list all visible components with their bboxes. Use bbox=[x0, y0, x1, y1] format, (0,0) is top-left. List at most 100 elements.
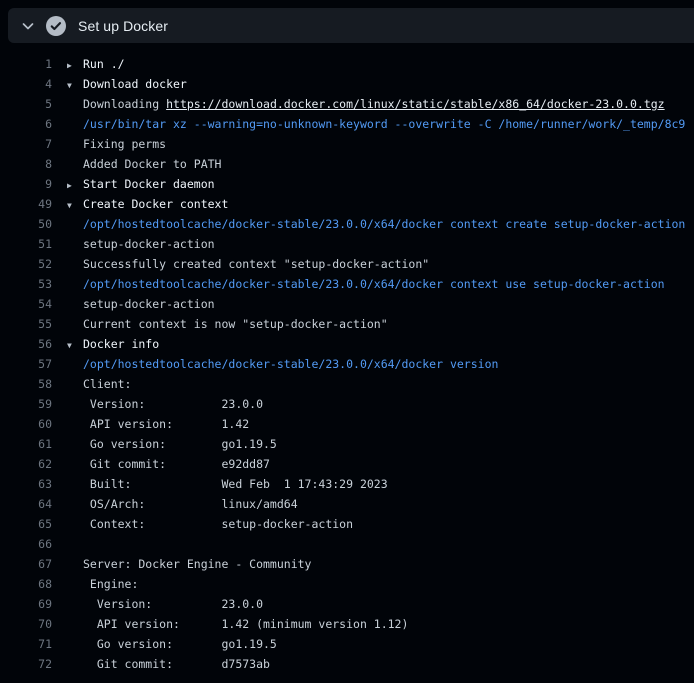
line-number[interactable]: 1 bbox=[0, 54, 52, 74]
line-number[interactable]: 7 bbox=[0, 134, 52, 154]
log-text: API version: 1.42 bbox=[83, 417, 249, 431]
log-line: 53/opt/hostedtoolcache/docker-stable/23.… bbox=[0, 274, 694, 294]
log-url-link[interactable]: https://download.docker.com/linux/static… bbox=[166, 97, 665, 111]
log-text: Downloading bbox=[83, 97, 166, 111]
log-text: Version: 23.0.0 bbox=[83, 597, 263, 611]
log-line: 6/usr/bin/tar xz --warning=no-unknown-ke… bbox=[0, 114, 694, 134]
line-number[interactable]: 58 bbox=[0, 374, 52, 394]
line-number[interactable]: 71 bbox=[0, 634, 52, 654]
log-line: 55 Current context is now "setup-docker-a… bbox=[0, 314, 694, 334]
log-line: 49 ▼Create Docker context bbox=[0, 194, 694, 214]
step-header[interactable]: Set up Docker bbox=[8, 8, 694, 43]
log-line: 51setup-docker-action bbox=[0, 234, 694, 254]
line-number[interactable]: 65 bbox=[0, 514, 52, 534]
group-title[interactable]: Run ./ bbox=[83, 57, 125, 71]
line-number[interactable]: 53 bbox=[0, 274, 52, 294]
line-number[interactable]: 62 bbox=[0, 454, 52, 474]
log-line: 5 Downloading https://download.docker.com… bbox=[0, 94, 694, 114]
log-text: Git commit: e92dd87 bbox=[83, 457, 270, 471]
line-number[interactable]: 51 bbox=[0, 234, 52, 254]
log-text: OS/Arch: linux/amd64 bbox=[83, 497, 298, 511]
group-collapsed-icon[interactable]: ▶ bbox=[67, 56, 83, 76]
log-text: Engine: bbox=[83, 577, 138, 591]
line-number[interactable]: 52 bbox=[0, 254, 52, 274]
group-title[interactable]: Download docker bbox=[83, 77, 187, 91]
step-title: Set up Docker bbox=[78, 18, 168, 34]
log-line: 54 setup-docker-action bbox=[0, 294, 694, 314]
line-number[interactable]: 8 bbox=[0, 154, 52, 174]
log-line: 66 bbox=[0, 534, 694, 554]
line-number[interactable]: 55 bbox=[0, 314, 52, 334]
line-number[interactable]: 68 bbox=[0, 574, 52, 594]
log-text: /opt/hostedtoolcache/docker-stable/23.0.… bbox=[83, 357, 498, 371]
log-text: /opt/hostedtoolcache/docker-stable/23.0.… bbox=[83, 217, 685, 231]
check-circle-icon bbox=[46, 16, 66, 36]
log-text: Go version: go1.19.5 bbox=[83, 437, 277, 451]
line-number[interactable]: 63 bbox=[0, 474, 52, 494]
log-line: 8 Added Docker to PATH bbox=[0, 154, 694, 174]
line-number[interactable]: 60 bbox=[0, 414, 52, 434]
collapse-step-button[interactable] bbox=[14, 12, 42, 40]
line-number[interactable]: 56 bbox=[0, 334, 52, 354]
log-text: Added Docker to PATH bbox=[83, 157, 221, 171]
group-title[interactable]: Docker info bbox=[83, 337, 159, 351]
group-expanded-icon[interactable]: ▼ bbox=[67, 336, 83, 356]
log-text: Go version: go1.19.5 bbox=[83, 637, 277, 651]
line-number[interactable]: 72 bbox=[0, 654, 52, 674]
log-text: API version: 1.42 (minimum version 1.12) bbox=[83, 617, 408, 631]
group-collapsed-icon[interactable]: ▶ bbox=[67, 176, 83, 196]
log-line: 61 Go version: go1.19.5 bbox=[0, 434, 694, 454]
log-line: 67 Server: Docker Engine - Community bbox=[0, 554, 694, 574]
log-line: 59 Version: 23.0.0 bbox=[0, 394, 694, 414]
line-number[interactable]: 49 bbox=[0, 194, 52, 214]
line-number[interactable]: 5 bbox=[0, 94, 52, 114]
log-text: Current context is now "setup-docker-act… bbox=[83, 317, 388, 331]
line-number[interactable]: 9 bbox=[0, 174, 52, 194]
log-line: 56 ▼Docker info bbox=[0, 334, 694, 354]
line-number[interactable]: 64 bbox=[0, 494, 52, 514]
line-number[interactable]: 69 bbox=[0, 594, 52, 614]
line-number[interactable]: 54 bbox=[0, 294, 52, 314]
line-number[interactable]: 57 bbox=[0, 354, 52, 374]
log-text: setup-docker-action bbox=[83, 297, 215, 311]
group-title[interactable]: Start Docker daemon bbox=[83, 177, 215, 191]
log-text: Built: Wed Feb 1 17:43:29 2023 bbox=[83, 477, 388, 491]
log-line: 58 Client: bbox=[0, 374, 694, 394]
log-line: 65 Context: setup-docker-action bbox=[0, 514, 694, 534]
log-line: 70 API version: 1.42 (minimum version 1.… bbox=[0, 614, 694, 634]
log-text: Version: 23.0.0 bbox=[83, 397, 263, 411]
log-text: /opt/hostedtoolcache/docker-stable/23.0.… bbox=[83, 277, 665, 291]
log-line: 68 Engine: bbox=[0, 574, 694, 594]
line-number[interactable]: 67 bbox=[0, 554, 52, 574]
line-number[interactable]: 59 bbox=[0, 394, 52, 414]
group-expanded-icon[interactable]: ▼ bbox=[67, 196, 83, 216]
log-line: 1 ▶Run ./ bbox=[0, 54, 694, 74]
log-text: Context: setup-docker-action bbox=[83, 517, 353, 531]
line-number[interactable]: 50 bbox=[0, 214, 52, 234]
log-line: 9 ▶Start Docker daemon bbox=[0, 174, 694, 194]
log-line: 4 ▼Download docker bbox=[0, 74, 694, 94]
line-number[interactable]: 61 bbox=[0, 434, 52, 454]
group-title[interactable]: Create Docker context bbox=[83, 197, 228, 211]
log-text: /usr/bin/tar xz --warning=no-unknown-key… bbox=[83, 117, 685, 131]
log-text: Server: Docker Engine - Community bbox=[83, 557, 311, 571]
line-number[interactable]: 70 bbox=[0, 614, 52, 634]
log-text: Fixing perms bbox=[83, 137, 166, 151]
log-text: Git commit: d7573ab bbox=[83, 657, 270, 671]
log-line: 57/opt/hostedtoolcache/docker-stable/23.… bbox=[0, 354, 694, 374]
log-viewer[interactable]: 1▶Run ./4▼Download docker5Downloading ht… bbox=[0, 43, 694, 683]
log-line: 71 Go version: go1.19.5 bbox=[0, 634, 694, 654]
log-line: 64 OS/Arch: linux/amd64 bbox=[0, 494, 694, 514]
log-line: 52 Successfully created context "setup-do… bbox=[0, 254, 694, 274]
group-expanded-icon[interactable]: ▼ bbox=[67, 76, 83, 96]
chevron-down-icon bbox=[20, 18, 36, 34]
line-number[interactable]: 4 bbox=[0, 74, 52, 94]
log-text: Client: bbox=[83, 377, 131, 391]
log-text: Successfully created context "setup-dock… bbox=[83, 257, 429, 271]
log-line: 7 Fixing perms bbox=[0, 134, 694, 154]
line-number[interactable]: 66 bbox=[0, 534, 52, 554]
line-number[interactable]: 6 bbox=[0, 114, 52, 134]
log-line: 69 Version: 23.0.0 bbox=[0, 594, 694, 614]
log-line: 72 Git commit: d7573ab bbox=[0, 654, 694, 674]
log-line: 60 API version: 1.42 bbox=[0, 414, 694, 434]
